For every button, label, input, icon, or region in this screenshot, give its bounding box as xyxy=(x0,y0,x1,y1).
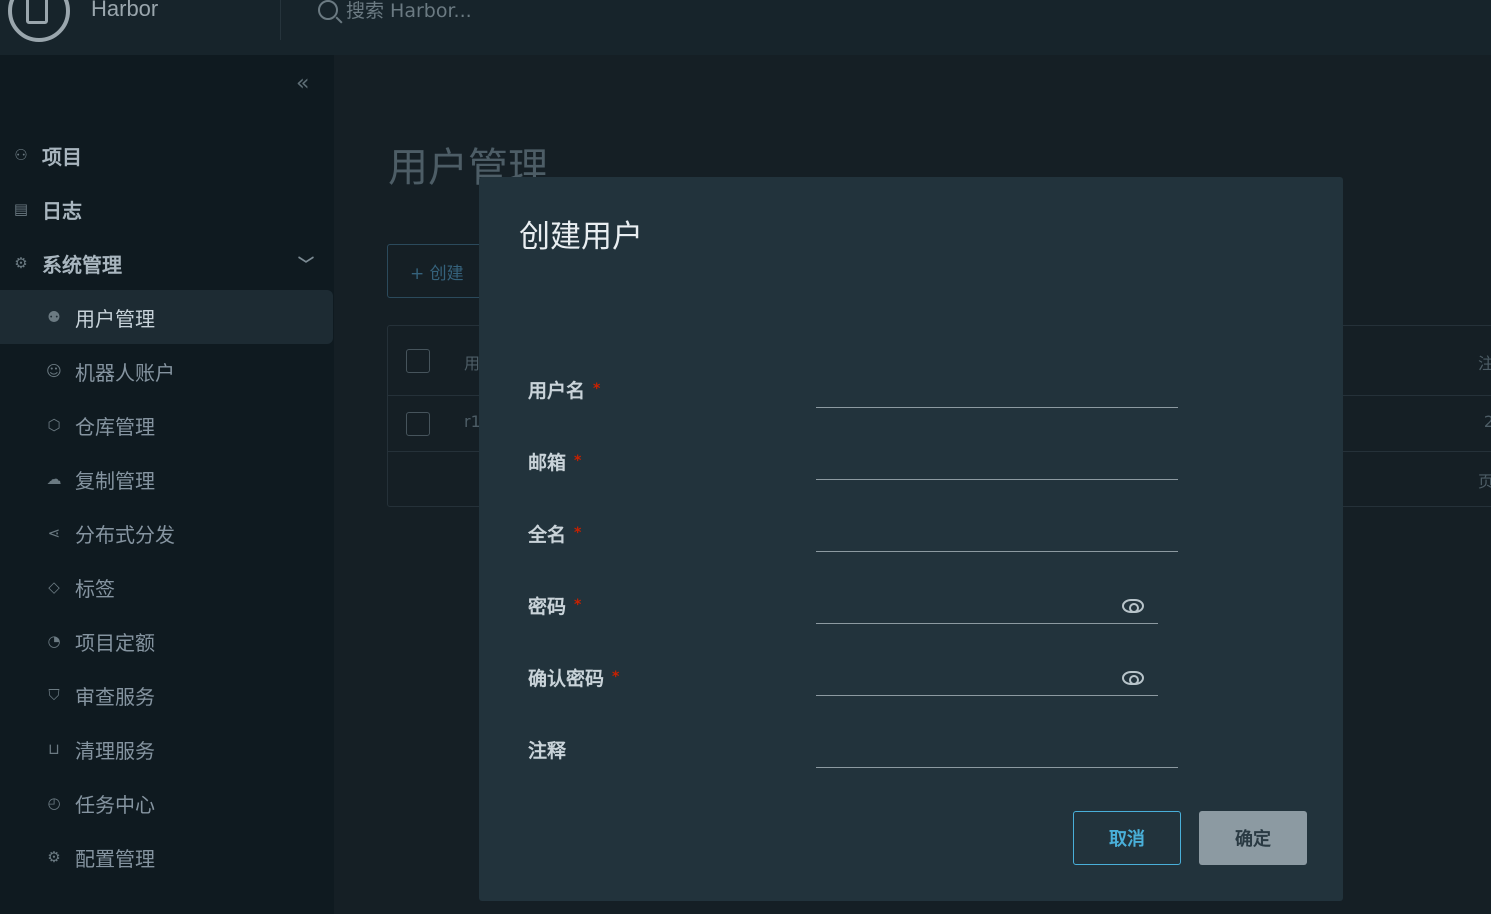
required-mark: * xyxy=(593,381,601,397)
tag-icon: ◇ xyxy=(48,578,60,596)
create-user-dialog: 创建用户 用户名 * 邮箱 * 全名 * 密码 * 确认密码 * 注释 取消 确定 xyxy=(479,177,1343,901)
sidebar: « ⚇ 项目 ▤ 日志 ⚙ 系统管理 ﹀ ⚉ 用户管理 ☺ 机器人账户 ⬡ 仓库… xyxy=(0,55,334,914)
distribution-icon: ⋖ xyxy=(47,524,61,542)
sidebar-item-projects[interactable]: ⚇ 项目 xyxy=(0,128,334,182)
harbor-logo[interactable] xyxy=(8,0,70,42)
robot-icon: ☺ xyxy=(46,362,62,380)
dashboard-icon: ◴ xyxy=(47,794,61,812)
sidebar-item-quotas[interactable]: ◔ 项目定额 xyxy=(0,614,334,668)
sidebar-item-label: 标签 xyxy=(75,576,115,601)
sidebar-item-label: 仓库管理 xyxy=(75,414,155,439)
ok-button[interactable]: 确定 xyxy=(1199,811,1307,865)
sidebar-item-label: 配置管理 xyxy=(75,846,155,871)
sidebar-item-configuration[interactable]: ⚙ 配置管理 xyxy=(0,830,334,884)
sidebar-item-label: 系统管理 xyxy=(42,252,122,277)
select-all-checkbox[interactable] xyxy=(406,349,430,373)
column-header-username[interactable]: 用 xyxy=(464,350,480,374)
required-mark: * xyxy=(574,597,582,613)
required-mark: * xyxy=(574,525,582,541)
sidebar-item-label: 日志 xyxy=(42,198,82,223)
global-search[interactable]: 搜索 Harbor... xyxy=(318,0,472,23)
search-icon xyxy=(318,0,338,20)
sidebar-item-administration[interactable]: ⚙ 系统管理 ﹀ xyxy=(0,236,334,290)
sidebar-item-registries[interactable]: ⬡ 仓库管理 xyxy=(0,398,334,452)
search-input[interactable]: 搜索 Harbor... xyxy=(346,0,472,23)
gear-icon: ⚙ xyxy=(47,848,61,866)
sidebar-item-job-service[interactable]: ◴ 任务中心 xyxy=(0,776,334,830)
sidebar-item-users[interactable]: ⚉ 用户管理 xyxy=(0,290,333,344)
sidebar-item-label: 任务中心 xyxy=(75,792,155,817)
sidebar-item-label: 项目 xyxy=(42,144,82,169)
row-value: 2 xyxy=(1483,412,1491,431)
quota-icon: ◔ xyxy=(47,632,61,650)
admin-icon: ⚙ xyxy=(14,254,28,272)
sidebar-item-label: 项目定额 xyxy=(75,630,155,655)
create-label: + 创建 xyxy=(410,263,464,284)
registry-icon: ⬡ xyxy=(47,416,61,434)
trash-icon: ⊔ xyxy=(48,740,60,758)
app-window: 用户管理 + 创建 用 注 r1 2 页 Harbor 搜索 Harbor...… xyxy=(0,0,1491,914)
comment-label: 注释 xyxy=(528,740,567,762)
confirm-password-label: 确认密码 * xyxy=(528,668,620,690)
pagination-label: 页 xyxy=(1477,472,1491,491)
header-divider xyxy=(280,0,281,40)
app-name[interactable]: Harbor xyxy=(91,0,158,22)
sidebar-item-label: 清理服务 xyxy=(75,738,155,763)
sidebar-item-label: 复制管理 xyxy=(75,468,155,493)
sidebar-item-label: 分布式分发 xyxy=(75,522,175,547)
top-header: Harbor 搜索 Harbor... xyxy=(0,0,1491,55)
sidebar-item-interrogation[interactable]: ⛉ 审查服务 xyxy=(0,668,334,722)
required-mark: * xyxy=(612,669,620,685)
sidebar-item-replications[interactable]: ☁ 复制管理 xyxy=(0,452,334,506)
required-mark: * xyxy=(574,453,582,469)
double-chevron-left-icon[interactable]: « xyxy=(296,71,309,96)
sidebar-item-label: 用户管理 xyxy=(75,306,155,331)
sidebar-item-logs[interactable]: ▤ 日志 xyxy=(0,182,334,236)
password-field[interactable] xyxy=(816,592,1158,624)
sidebar-item-label: 审查服务 xyxy=(75,684,155,709)
sidebar-item-clean-up[interactable]: ⊔ 清理服务 xyxy=(0,722,334,776)
sidebar-item-robot-accounts[interactable]: ☺ 机器人账户 xyxy=(0,344,334,398)
row-checkbox[interactable] xyxy=(406,412,430,436)
eye-icon[interactable] xyxy=(1122,671,1144,685)
sidebar-item-label: 机器人账户 xyxy=(75,360,175,385)
sidebar-item-labels[interactable]: ◇ 标签 xyxy=(0,560,334,614)
projects-icon: ⚇ xyxy=(14,146,28,164)
fullname-label: 全名 * xyxy=(528,524,582,546)
confirm-password-field[interactable] xyxy=(816,664,1158,696)
password-label: 密码 * xyxy=(528,596,582,618)
comment-field[interactable] xyxy=(816,736,1178,768)
logs-icon: ▤ xyxy=(13,200,29,218)
chevron-down-icon: ﹀ xyxy=(298,255,315,274)
email-label: 邮箱 * xyxy=(528,452,582,474)
username-label: 用户名 * xyxy=(528,380,601,402)
column-header-comment[interactable]: 注 xyxy=(1478,350,1491,374)
cancel-button[interactable]: 取消 xyxy=(1073,811,1181,865)
shield-icon: ⛉ xyxy=(48,686,60,704)
users-icon: ⚉ xyxy=(47,308,61,326)
dialog-title: 创建用户 xyxy=(519,219,643,255)
email-field[interactable] xyxy=(816,448,1178,480)
replication-icon: ☁ xyxy=(46,470,62,488)
fullname-field[interactable] xyxy=(816,520,1178,552)
username-field[interactable] xyxy=(816,376,1178,408)
sidebar-item-distributions[interactable]: ⋖ 分布式分发 xyxy=(0,506,334,560)
eye-icon[interactable] xyxy=(1122,599,1144,613)
